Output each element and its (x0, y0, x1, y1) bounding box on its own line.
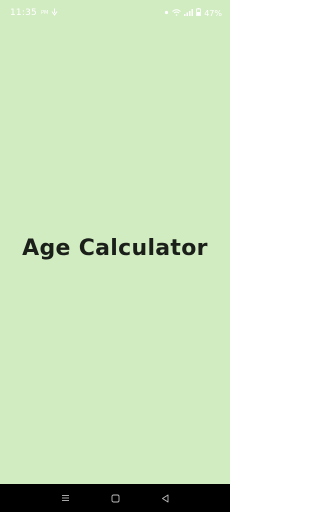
status-left: 11:35 PM (10, 8, 58, 18)
back-button[interactable] (155, 488, 175, 508)
alarm-icon (164, 10, 169, 17)
app-title: Age Calculator (22, 236, 208, 261)
splash-screen: 11:35 PM 47% Age Calculator (0, 0, 230, 512)
status-bar: 11:35 PM 47% (0, 0, 230, 26)
status-ampm: PM (40, 10, 49, 16)
notification-icon (51, 8, 58, 18)
navigation-bar (0, 484, 230, 512)
recent-apps-icon (61, 495, 69, 501)
status-time: 11:35 (10, 8, 37, 18)
back-icon (162, 494, 169, 502)
home-button[interactable] (105, 488, 125, 508)
status-right: 47% (164, 8, 222, 18)
battery-percent: 47% (204, 8, 222, 18)
recent-apps-button[interactable] (55, 488, 75, 508)
wifi-icon (172, 8, 182, 18)
battery-icon (196, 8, 202, 18)
home-icon (111, 494, 119, 502)
signal-icon (184, 8, 194, 18)
